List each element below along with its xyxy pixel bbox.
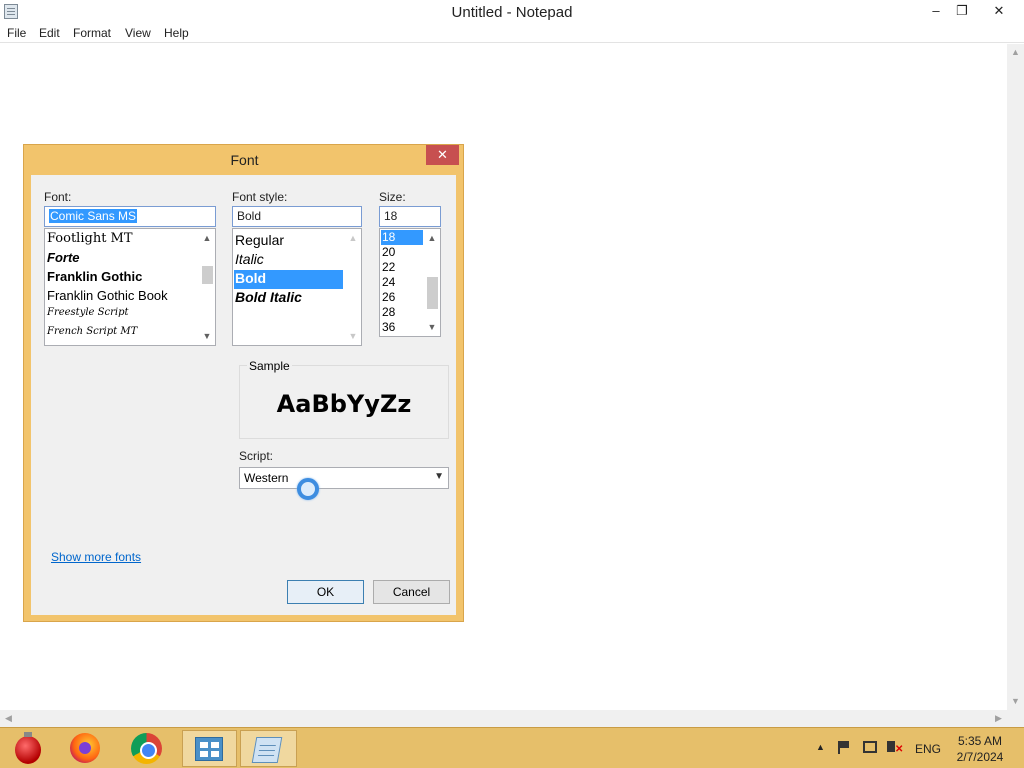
font-list-item[interactable]: French Script MT — [46, 326, 137, 345]
firefox-icon[interactable] — [70, 733, 100, 763]
font-list[interactable]: Footlight MT Forte Franklin Gothic Frank… — [44, 228, 216, 346]
font-size-list[interactable]: 18 20 22 24 26 28 36 ▲ ▼ — [379, 228, 441, 337]
menu-file[interactable]: File — [7, 26, 26, 40]
network-icon[interactable] — [863, 741, 877, 753]
maximize-button[interactable]: ❐ — [947, 0, 977, 22]
notepad-icon — [251, 737, 283, 763]
volume-muted-icon[interactable] — [887, 741, 895, 752]
size-list-item[interactable]: 22 — [381, 260, 395, 275]
size-list-item[interactable]: 20 — [381, 245, 395, 260]
scroll-thumb[interactable] — [427, 277, 438, 309]
font-name-input[interactable]: Comic Sans MS — [44, 206, 216, 227]
close-button[interactable]: ✕ — [981, 0, 1017, 22]
clock-date[interactable]: 2/7/2024 — [955, 750, 1005, 764]
size-list-item[interactable]: 26 — [381, 290, 395, 305]
font-list-scrollbar[interactable]: ▲ ▼ — [199, 229, 215, 345]
taskbar-app-notepad[interactable] — [240, 730, 297, 767]
menu-help[interactable]: Help — [164, 26, 189, 40]
clock-time[interactable]: 5:35 AM — [955, 734, 1005, 748]
font-dialog: Font ✕ Font: Comic Sans MS Footlight MT … — [23, 144, 464, 622]
chrome-icon[interactable] — [131, 733, 162, 764]
menu-format[interactable]: Format — [73, 26, 111, 40]
scroll-thumb[interactable] — [202, 266, 213, 284]
style-list-item[interactable]: Regular — [234, 232, 284, 251]
scroll-down-icon[interactable]: ▼ — [1007, 693, 1024, 710]
font-list-item[interactable]: Forte — [46, 250, 80, 269]
show-hidden-icons-icon[interactable]: ▲ — [816, 742, 825, 752]
dialog-body: Font: Comic Sans MS Footlight MT Forte F… — [31, 175, 456, 615]
size-label: Size: — [379, 190, 406, 204]
style-list-scrollbar[interactable]: ▲ ▼ — [345, 229, 361, 345]
menu-view[interactable]: View — [125, 26, 151, 40]
scroll-up-icon[interactable]: ▲ — [1007, 44, 1024, 61]
chevron-down-icon: ▼ — [348, 331, 358, 341]
ok-button[interactable]: OK — [287, 580, 364, 604]
style-list-item-selected[interactable]: Bold — [234, 270, 343, 289]
font-list-item[interactable]: Footlight MT — [46, 231, 133, 250]
horizontal-scrollbar[interactable]: ◀ ▶ — [0, 710, 1007, 727]
font-style-input[interactable]: Bold — [232, 206, 362, 227]
font-size-input[interactable]: 18 — [379, 206, 441, 227]
sample-text: AaBbYyZz — [276, 390, 412, 418]
script-select[interactable]: Western ▼ — [239, 467, 449, 489]
scroll-left-icon[interactable]: ◀ — [0, 710, 17, 727]
control-panel-icon — [195, 737, 223, 761]
script-value: Western — [244, 471, 289, 485]
font-list-item[interactable]: Freestyle Script — [46, 307, 129, 326]
ornament-icon — [15, 732, 41, 764]
sample-label: Sample — [247, 359, 292, 373]
script-label: Script: — [239, 449, 274, 463]
cancel-button[interactable]: Cancel — [373, 580, 450, 604]
show-more-fonts-link[interactable]: Show more fonts — [51, 550, 141, 564]
taskbar-app-ornament[interactable] — [2, 730, 52, 767]
chevron-down-icon[interactable]: ▼ — [434, 471, 444, 482]
mute-x-icon: ✕ — [895, 744, 904, 755]
size-list-item[interactable]: 28 — [381, 305, 395, 320]
size-list-item-selected[interactable]: 18 — [381, 230, 423, 245]
size-list-item[interactable]: 36 — [381, 320, 395, 335]
font-name-value: Comic Sans MS — [49, 209, 138, 223]
menu-edit[interactable]: Edit — [39, 26, 60, 40]
scrollbar-corner — [1007, 710, 1024, 727]
chevron-down-icon[interactable]: ▼ — [424, 320, 440, 334]
style-label: Font style: — [232, 190, 288, 204]
size-list-scrollbar[interactable]: ▲ ▼ — [424, 229, 440, 336]
language-indicator[interactable]: ENG — [915, 742, 941, 756]
chevron-up-icon[interactable]: ▲ — [424, 231, 440, 245]
taskbar: ▲ ✕ ENG 5:35 AM 2/7/2024 — [0, 727, 1024, 768]
scroll-right-icon[interactable]: ▶ — [990, 710, 1007, 727]
size-list-item[interactable]: 24 — [381, 275, 395, 290]
notepad-titlebar: Untitled - Notepad – ❐ ✕ — [0, 0, 1024, 24]
font-label: Font: — [44, 190, 72, 204]
menu-bar: File Edit Format View Help — [0, 24, 1024, 43]
dialog-title: Font — [230, 152, 259, 168]
action-center-flag-icon[interactable] — [838, 741, 850, 754]
font-style-list[interactable]: Regular Italic Bold Bold Italic ▲ ▼ — [232, 228, 362, 346]
chevron-up-icon[interactable]: ▲ — [199, 231, 215, 245]
vertical-scrollbar[interactable]: ▲ ▼ — [1007, 44, 1024, 710]
chevron-down-icon[interactable]: ▼ — [199, 329, 215, 343]
busy-cursor-icon — [297, 478, 319, 500]
style-list-item[interactable]: Italic — [234, 251, 264, 270]
font-list-item[interactable]: Franklin Gothic — [46, 269, 142, 288]
font-list-item[interactable]: Franklin Gothic Book — [46, 288, 168, 307]
style-list-item[interactable]: Bold Italic — [234, 289, 302, 308]
chevron-up-icon: ▲ — [348, 233, 358, 243]
dialog-close-button[interactable]: ✕ — [426, 145, 459, 165]
window-title: Untitled - Notepad — [451, 4, 573, 21]
taskbar-app-control-panel[interactable] — [182, 730, 237, 767]
